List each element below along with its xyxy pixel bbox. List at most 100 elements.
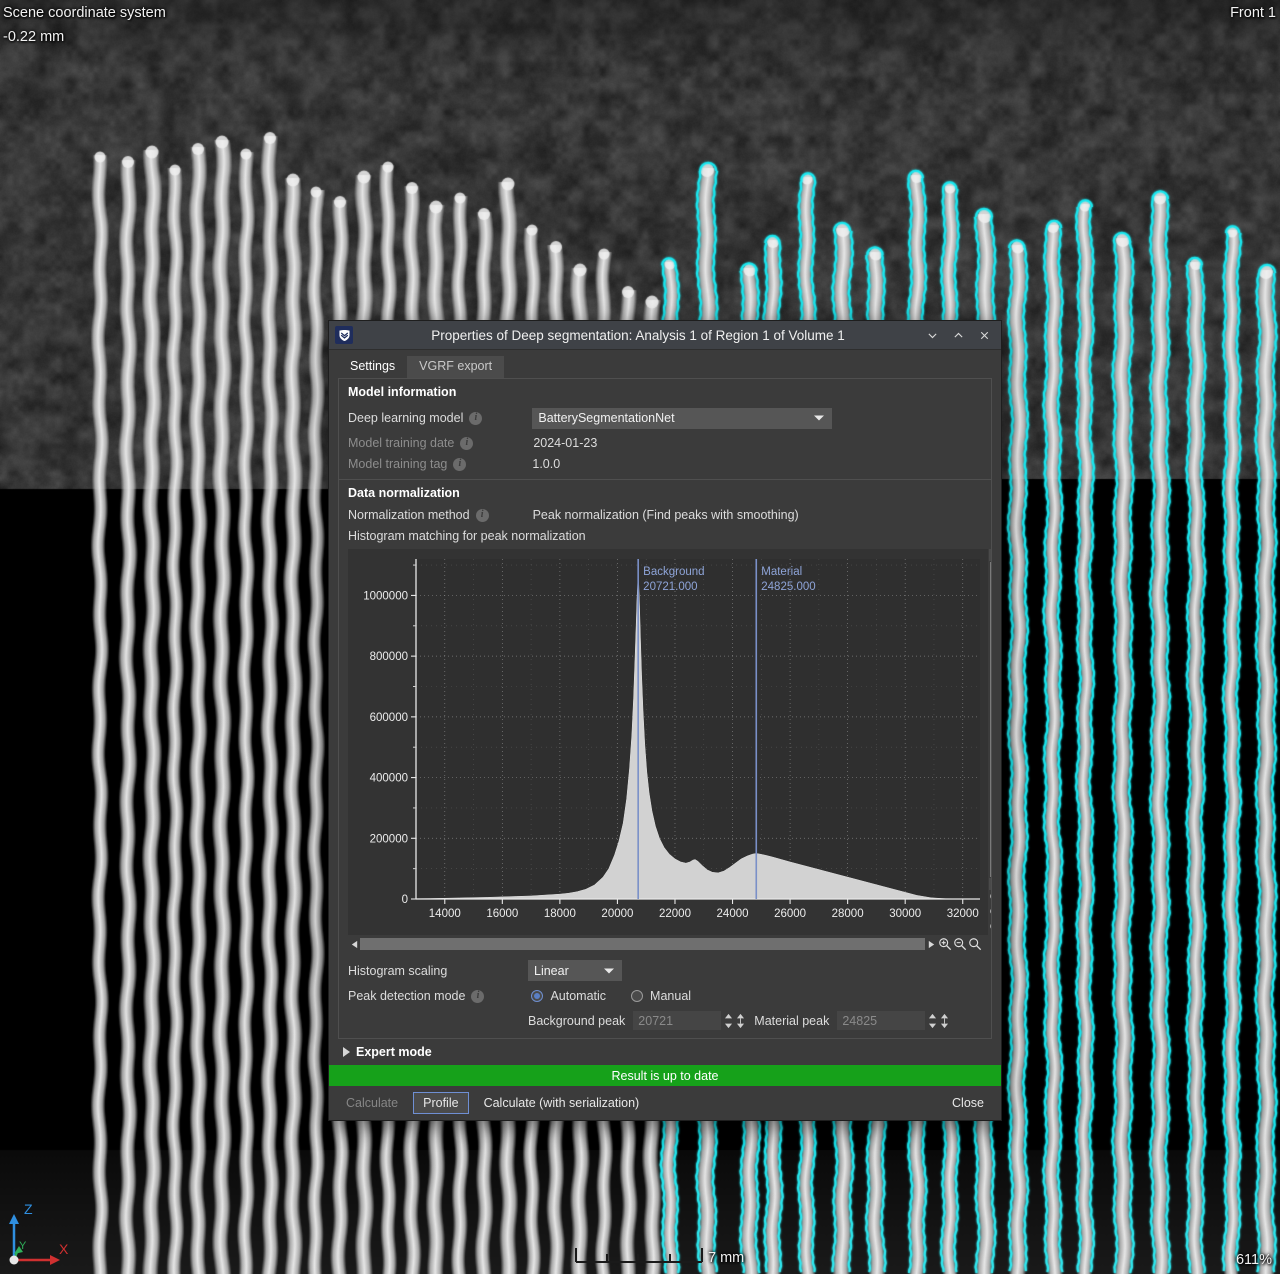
model-training-tag-value: 1.0.0 bbox=[532, 457, 561, 471]
peak-mode-automatic-label: Automatic bbox=[550, 989, 607, 1003]
material-peak-label: Material peak bbox=[754, 1013, 830, 1028]
chart-zoom-reset-vertical-icon[interactable] bbox=[988, 920, 991, 935]
svg-text:14000: 14000 bbox=[429, 908, 461, 920]
normalization-method-value: Peak normalization (Find peaks with smoo… bbox=[532, 508, 799, 522]
svg-text:200000: 200000 bbox=[370, 833, 408, 845]
close-button[interactable] bbox=[971, 321, 997, 349]
axis-orientation-gizmo[interactable]: Z X Y bbox=[2, 1192, 82, 1272]
svg-text:28000: 28000 bbox=[832, 908, 864, 920]
svg-text:20000: 20000 bbox=[601, 908, 633, 920]
svg-text:400000: 400000 bbox=[370, 773, 408, 785]
histogram-caption-row: Histogram matching for peak normalizatio… bbox=[348, 529, 982, 543]
svg-text:22000: 22000 bbox=[659, 908, 691, 920]
peak-detection-mode-row: Peak detection mode i Automatic Manual bbox=[348, 989, 982, 1003]
dialog-title: Properties of Deep segmentation: Analysi… bbox=[431, 327, 845, 343]
scroll-right-arrow-icon[interactable] bbox=[925, 938, 937, 950]
background-peak-label: Background peak bbox=[528, 1013, 626, 1028]
deep-learning-model-select[interactable]: BatterySegmentationNet bbox=[532, 407, 833, 429]
calculate-with-serialization-button[interactable]: Calculate (with serialization) bbox=[473, 1092, 650, 1114]
dialog-titlebar[interactable]: Properties of Deep segmentation: Analysi… bbox=[329, 321, 1001, 350]
histogram-plot[interactable]: 14000 16000 18000 20000 22000 24000 26000 28000… bbox=[348, 549, 988, 935]
info-icon[interactable]: i bbox=[475, 508, 489, 522]
scroll-left-arrow-icon[interactable] bbox=[348, 938, 360, 950]
svg-text:600000: 600000 bbox=[370, 712, 408, 724]
histogram-scaling-select[interactable]: Linear bbox=[528, 960, 622, 981]
histogram-scaling-value: Linear bbox=[534, 963, 569, 978]
chart-horizontal-scroll-row[interactable] bbox=[348, 937, 982, 951]
histogram-chart-container[interactable]: 14000 16000 18000 20000 22000 24000 26000 28000… bbox=[348, 549, 991, 935]
info-icon[interactable]: i bbox=[471, 989, 485, 1003]
background-peak-stepper[interactable] bbox=[724, 1011, 733, 1030]
radio-manual[interactable] bbox=[631, 990, 644, 1002]
data-normalization-heading: Data normalization bbox=[348, 486, 460, 500]
model-training-date-label: Model training date bbox=[348, 436, 455, 450]
profile-button[interactable]: Profile bbox=[413, 1092, 469, 1114]
chevron-right-icon bbox=[343, 1047, 350, 1057]
svg-text:32000: 32000 bbox=[947, 908, 979, 920]
vertical-scroll-thumb[interactable] bbox=[989, 562, 991, 877]
deep-learning-model-value: BatterySegmentationNet bbox=[538, 411, 675, 425]
material-peak-stepper-alt[interactable] bbox=[940, 1011, 949, 1030]
material-peak-input[interactable]: 24825 bbox=[837, 1011, 926, 1030]
status-badge: Result is up to date bbox=[329, 1065, 1001, 1086]
info-icon[interactable]: i bbox=[460, 436, 474, 450]
chevron-down-icon bbox=[814, 415, 825, 421]
chart-vertical-scrollbar[interactable] bbox=[988, 549, 991, 935]
expert-mode-label: Expert mode bbox=[356, 1045, 432, 1059]
radio-automatic[interactable] bbox=[531, 990, 544, 1002]
dialog-button-bar: Calculate Profile Calculate (with serial… bbox=[329, 1086, 1001, 1120]
svg-text:20721.000: 20721.000 bbox=[643, 581, 697, 593]
svg-text:800000: 800000 bbox=[370, 651, 408, 663]
chart-zoom-out-icon[interactable] bbox=[952, 937, 967, 952]
deep-learning-model-label: Deep learning model bbox=[348, 411, 464, 425]
material-peak-value: 24825 bbox=[842, 1013, 878, 1028]
svg-text:0: 0 bbox=[402, 894, 408, 906]
background-peak-stepper-alt[interactable] bbox=[736, 1011, 745, 1030]
expert-mode-toggle[interactable]: Expert mode bbox=[329, 1039, 1001, 1065]
svg-text:30000: 30000 bbox=[889, 908, 921, 920]
properties-dialog[interactable]: Properties of Deep segmentation: Analysi… bbox=[328, 320, 1002, 1121]
chart-zoom-in-vertical-icon[interactable] bbox=[988, 890, 991, 905]
histogram-scaling-row: Histogram scaling Linear bbox=[348, 960, 982, 981]
model-training-tag-label: Model training tag bbox=[348, 457, 448, 471]
data-normalization-group: Data normalization Normalization method … bbox=[339, 480, 991, 1038]
svg-text:18000: 18000 bbox=[544, 908, 576, 920]
peak-values-row: Background peak 20721 Material peak 2482… bbox=[348, 1011, 982, 1030]
peak-mode-automatic-option[interactable]: Automatic bbox=[531, 989, 606, 1003]
info-icon[interactable]: i bbox=[453, 457, 467, 471]
chart-zoom-out-vertical-icon[interactable] bbox=[988, 905, 991, 920]
svg-text:24825.000: 24825.000 bbox=[761, 581, 815, 593]
peak-mode-manual-label: Manual bbox=[650, 989, 692, 1003]
peak-detection-mode-label: Peak detection mode bbox=[348, 989, 466, 1003]
scale-bar-label: 7 mm bbox=[708, 1250, 745, 1266]
tab-vgrf-export[interactable]: VGRF export bbox=[407, 356, 505, 378]
peak-mode-manual-option[interactable]: Manual bbox=[631, 989, 691, 1003]
scroll-down-arrow-icon[interactable] bbox=[988, 878, 991, 890]
tab-settings[interactable]: Settings bbox=[338, 356, 408, 378]
chart-zoom-reset-icon[interactable] bbox=[967, 937, 982, 952]
normalization-method-row: Normalization method i Peak normalizatio… bbox=[348, 508, 982, 522]
minimize-button[interactable] bbox=[919, 321, 945, 349]
info-icon[interactable]: i bbox=[469, 411, 483, 425]
close-dialog-button[interactable]: Close bbox=[942, 1092, 994, 1114]
background-peak-value: 20721 bbox=[638, 1013, 674, 1028]
axis-label-z: Z bbox=[24, 1201, 33, 1217]
calculate-button[interactable]: Calculate bbox=[336, 1092, 409, 1114]
tab-bar[interactable]: Settings VGRF export bbox=[329, 356, 1001, 378]
model-training-date-row: Model training date i 2024-01-23 bbox=[348, 436, 982, 450]
background-peak-input[interactable]: 20721 bbox=[633, 1011, 722, 1030]
material-peak-stepper[interactable] bbox=[928, 1011, 937, 1030]
settings-panel: Model information Deep learning model i … bbox=[338, 378, 992, 1039]
chevron-down-icon bbox=[604, 968, 614, 973]
horizontal-scroll-thumb[interactable] bbox=[360, 938, 925, 950]
chart-zoom-in-icon[interactable] bbox=[937, 937, 952, 952]
maximize-button[interactable] bbox=[945, 321, 971, 349]
scroll-up-arrow-icon[interactable] bbox=[988, 549, 991, 561]
status-message: Result is up to date bbox=[611, 1068, 719, 1083]
deep-learning-model-row: Deep learning model i BatterySegmentatio… bbox=[348, 407, 982, 429]
histogram-caption: Histogram matching for peak normalizatio… bbox=[348, 529, 586, 543]
model-information-heading: Model information bbox=[348, 385, 457, 399]
svg-text:16000: 16000 bbox=[486, 908, 518, 920]
svg-text:26000: 26000 bbox=[774, 908, 806, 920]
histogram-scaling-label: Histogram scaling bbox=[348, 963, 448, 978]
